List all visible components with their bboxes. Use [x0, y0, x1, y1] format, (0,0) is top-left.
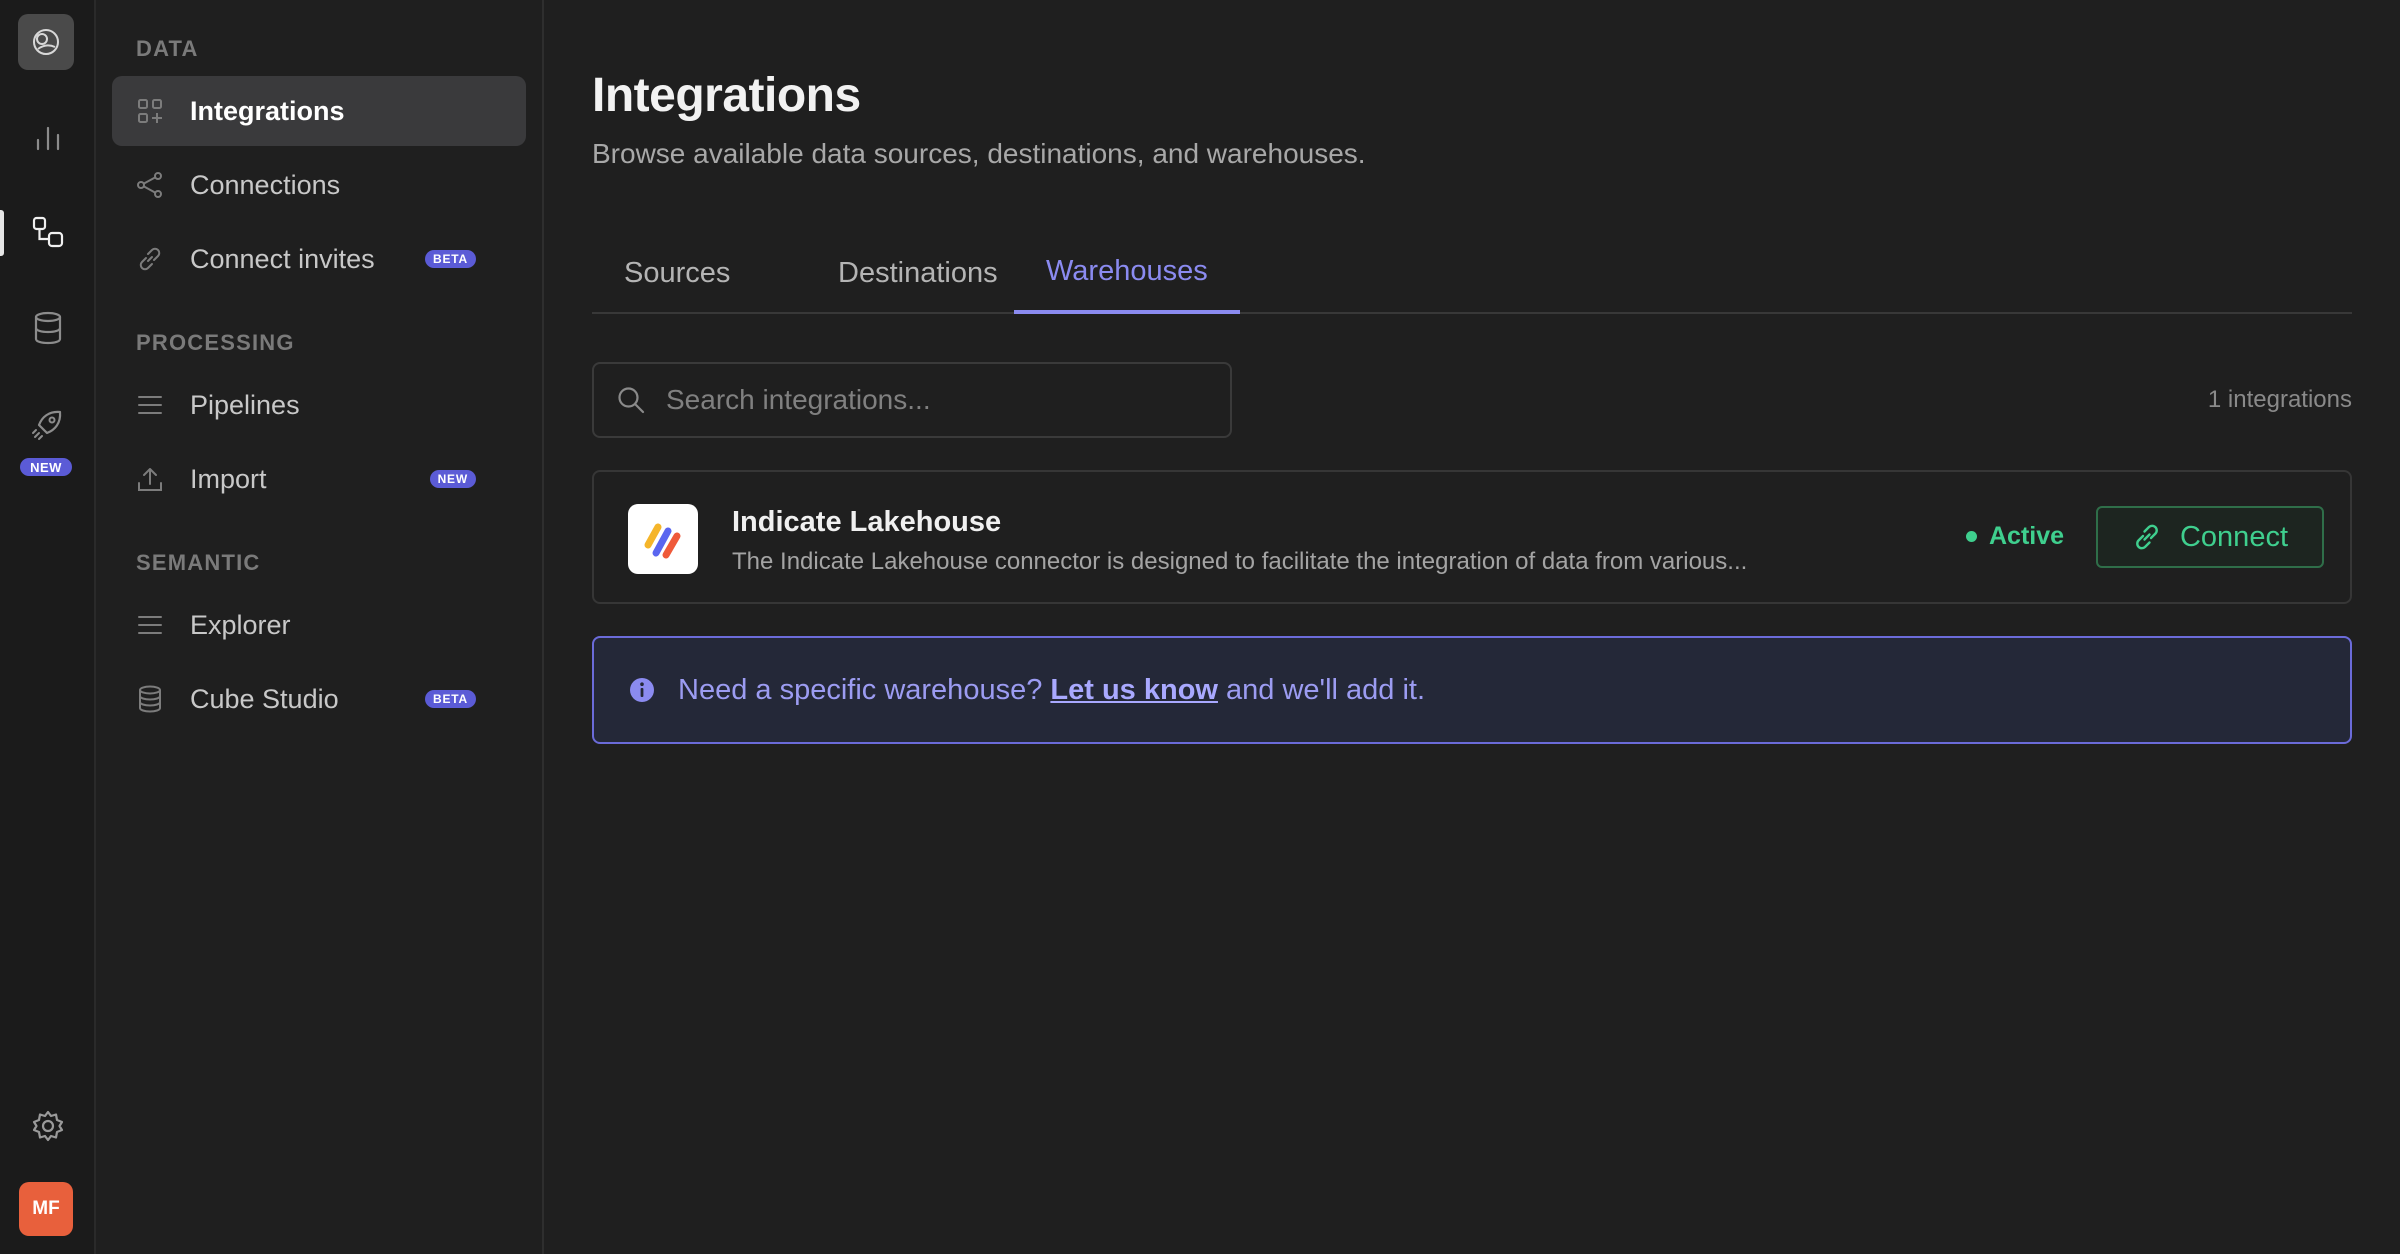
integrations-count: 1 integrations: [2207, 386, 2352, 413]
new-badge: NEW: [20, 458, 72, 476]
share-nodes-icon: [136, 171, 164, 199]
sidebar-item-connections[interactable]: Connections: [112, 150, 526, 220]
icon-rail: NEW MF: [0, 0, 96, 1254]
integration-description: The Indicate Lakehouse connector is desi…: [732, 548, 1748, 575]
gear-icon[interactable]: [24, 1102, 72, 1150]
section-label-semantic: SEMANTIC: [136, 550, 261, 575]
rail-active-indicator: [0, 210, 4, 256]
sidebar-item-connect-invites[interactable]: Connect invites BETA: [112, 224, 526, 294]
section-label-data: DATA: [136, 36, 199, 61]
sidebar: DATA Integrations Connections Connect in…: [96, 0, 544, 1254]
sidebar-item-integrations[interactable]: Integrations: [112, 76, 526, 146]
tab-destinations[interactable]: Destinations: [806, 232, 1030, 314]
status-label: Active: [1989, 522, 2065, 550]
search-box[interactable]: [592, 362, 1232, 438]
status-badge: Active: [1966, 522, 2064, 551]
sidebar-item-cube-studio[interactable]: Cube Studio BETA: [112, 664, 526, 734]
page-subtitle: Browse available data sources, destinati…: [592, 138, 1366, 169]
sidebar-item-label: Integrations: [190, 95, 345, 126]
connect-button[interactable]: Connect: [2096, 506, 2324, 568]
info-icon: [628, 676, 656, 704]
bar-chart-icon[interactable]: [24, 114, 72, 162]
sidebar-item-explorer[interactable]: Explorer: [112, 590, 526, 660]
sidebar-item-label: Explorer: [190, 609, 291, 640]
integration-name: Indicate Lakehouse: [732, 506, 1002, 538]
beta-badge: BETA: [425, 250, 476, 268]
notice-text: Need a specific warehouse? Let us know a…: [678, 674, 1425, 707]
notice-prefix: Need a specific warehouse?: [678, 673, 1043, 706]
sidebar-item-label: Connections: [190, 169, 341, 200]
app-logo-icon[interactable]: [18, 14, 74, 70]
link-icon: [136, 245, 164, 273]
tab-sources[interactable]: Sources: [592, 232, 762, 314]
tab-bar: Sources Destinations Warehouses: [592, 232, 2352, 314]
info-notice: Need a specific warehouse? Let us know a…: [592, 636, 2352, 744]
sidebar-item-label: Connect invites: [190, 243, 375, 274]
section-label-processing: PROCESSING: [136, 330, 295, 355]
sidebar-item-label: Pipelines: [190, 389, 300, 420]
link-icon: [2132, 522, 2162, 552]
search-input[interactable]: [666, 384, 1206, 416]
connect-button-label: Connect: [2179, 520, 2288, 553]
avatar[interactable]: MF: [19, 1182, 73, 1236]
new-badge: NEW: [429, 470, 476, 488]
lines-icon: [136, 611, 164, 639]
let-us-know-link[interactable]: Let us know: [1050, 674, 1218, 706]
sidebar-item-label: Cube Studio: [190, 683, 339, 714]
integration-card[interactable]: Indicate Lakehouse The Indicate Lakehous…: [592, 470, 2352, 604]
database-icon: [136, 685, 164, 713]
page-title: Integrations: [592, 69, 861, 122]
upload-icon: [136, 465, 164, 493]
integrations-icon[interactable]: [24, 208, 72, 256]
sidebar-item-pipelines[interactable]: Pipelines: [112, 370, 526, 440]
grid-plus-icon: [136, 97, 164, 125]
rocket-icon[interactable]: [24, 400, 72, 448]
search-icon: [616, 385, 646, 415]
app-root: NEW MF DATA Integrations Connections Con…: [0, 0, 2400, 1254]
tab-warehouses[interactable]: Warehouses: [1014, 232, 1240, 314]
indicate-logo-icon: [628, 504, 698, 574]
database-icon[interactable]: [24, 304, 72, 352]
notice-suffix: and we'll add it.: [1226, 673, 1426, 706]
lines-icon: [136, 391, 164, 419]
sidebar-item-import[interactable]: Import NEW: [112, 444, 526, 514]
status-dot-icon: [1966, 531, 1977, 542]
beta-badge: BETA: [425, 690, 476, 708]
sidebar-item-label: Import: [190, 463, 267, 494]
